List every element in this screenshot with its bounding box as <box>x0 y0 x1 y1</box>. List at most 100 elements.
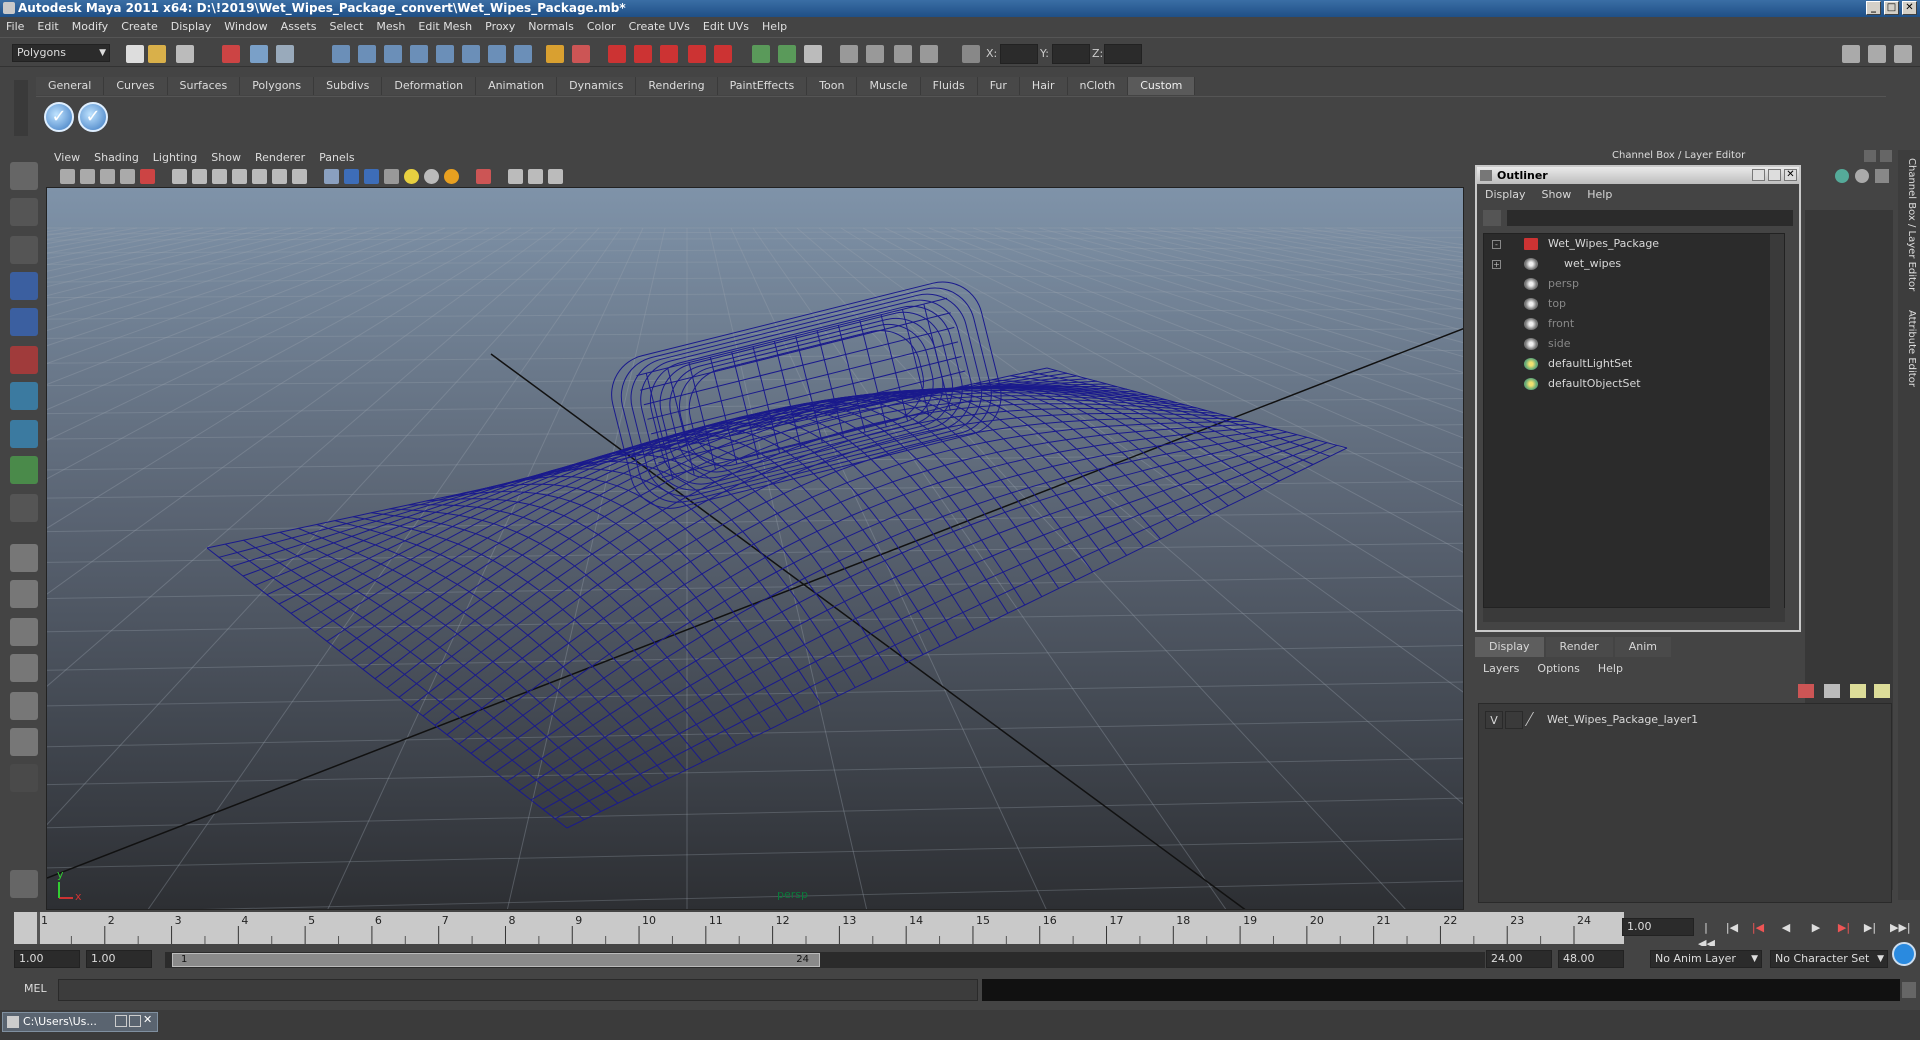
layer-row[interactable]: V Wet_Wipes_Package_layer1 <box>1479 710 1891 730</box>
ipr-render-icon[interactable] <box>634 45 652 63</box>
snap-plane-icon[interactable] <box>410 45 428 63</box>
paint-select-tool-icon[interactable] <box>10 236 38 264</box>
wireframe-on-shaded-icon[interactable] <box>364 169 379 184</box>
taskbar-restore-button[interactable] <box>115 1015 127 1027</box>
anim-layer-dropdown[interactable]: No Anim Layer ▼ <box>1650 950 1762 968</box>
z-field[interactable] <box>1104 44 1142 64</box>
move-layer-up-icon[interactable] <box>1798 684 1814 698</box>
rename-icon[interactable] <box>778 45 796 63</box>
xray-icon[interactable] <box>508 169 523 184</box>
play-backwards-icon[interactable]: ◀ <box>1778 920 1794 936</box>
channel-box-toggle-icon[interactable] <box>920 45 938 63</box>
channels-icon[interactable] <box>1835 169 1849 183</box>
layer-tab-display[interactable]: Display <box>1475 637 1544 657</box>
shelf-tab-surfaces[interactable]: Surfaces <box>167 77 241 95</box>
scale-tool-icon[interactable] <box>10 346 38 374</box>
layer-color-swatch[interactable] <box>1524 712 1548 726</box>
expand-icon[interactable]: + <box>1492 260 1501 269</box>
menu-color[interactable]: Color <box>587 20 616 33</box>
mel-label[interactable]: MEL <box>24 982 47 995</box>
layer-menu-options[interactable]: Options <box>1537 662 1579 675</box>
taskbar-maximize-button[interactable] <box>129 1015 141 1027</box>
tool-settings-icon[interactable] <box>894 45 912 63</box>
wireframe-shading-icon[interactable] <box>324 169 339 184</box>
step-forward-key-icon[interactable]: ▶| <box>1836 920 1852 936</box>
menu-modify[interactable]: Modify <box>72 20 108 33</box>
open-scene-icon[interactable] <box>148 45 166 63</box>
persp-graph-layout-icon[interactable] <box>10 654 38 682</box>
taskbar-close-button[interactable]: ✕ <box>143 1014 155 1028</box>
shelf-tab-general[interactable]: General <box>36 77 105 95</box>
field-chart-icon[interactable] <box>232 169 247 184</box>
outliner-minimize-button[interactable] <box>1752 169 1765 181</box>
layer-menu-layers[interactable]: Layers <box>1483 662 1519 675</box>
attribute-toggle-icon[interactable] <box>866 45 884 63</box>
viewport-menu-show[interactable]: Show <box>211 151 241 164</box>
animation-end-field[interactable]: 48.00 <box>1558 950 1624 968</box>
default-light-icon[interactable] <box>404 169 419 184</box>
menu-edit-uvs[interactable]: Edit UVs <box>703 20 749 33</box>
filter-icon[interactable] <box>1483 210 1501 226</box>
menu-normals[interactable]: Normals <box>528 20 574 33</box>
smooth-shading-icon[interactable] <box>344 169 359 184</box>
menu-file[interactable]: File <box>6 20 24 33</box>
shelf-tab-ncloth[interactable]: nCloth <box>1067 77 1129 95</box>
move-tool-icon[interactable] <box>10 272 38 300</box>
menu-set-dropdown[interactable]: Polygons ▼ <box>12 44 110 62</box>
gate-mask-icon[interactable] <box>212 169 227 184</box>
menu-proxy[interactable]: Proxy <box>485 20 515 33</box>
make-live-icon[interactable] <box>436 45 454 63</box>
hud-toggle-icon[interactable] <box>292 169 307 184</box>
menu-create[interactable]: Create <box>121 20 158 33</box>
construction-icon[interactable] <box>488 45 506 63</box>
show-hide-channel-box-icon[interactable] <box>1894 45 1912 63</box>
outliner-maximize-button[interactable] <box>1768 169 1781 181</box>
menu-assets[interactable]: Assets <box>281 20 317 33</box>
select-by-hierarchy-icon[interactable] <box>222 45 240 63</box>
create-empty-layer-icon[interactable] <box>1850 684 1866 698</box>
camera-attributes-icon[interactable] <box>80 169 95 184</box>
persp-graph-hypergraph-layout-icon[interactable] <box>10 728 38 756</box>
shelf-tab-animation[interactable]: Animation <box>476 77 558 95</box>
paint-brush-icon[interactable] <box>10 870 38 898</box>
toolbox-collapse-icon[interactable] <box>10 764 38 792</box>
absolute-transform-icon[interactable] <box>804 45 822 63</box>
last-tool-icon[interactable] <box>10 494 38 522</box>
checkmark-icon-2[interactable]: ✓ <box>78 102 108 132</box>
outliner-filter-input[interactable] <box>1507 210 1793 226</box>
pin-icon[interactable] <box>1875 169 1889 183</box>
shelf-tab-muscle[interactable]: Muscle <box>857 77 921 95</box>
viewport-menu-lighting[interactable]: Lighting <box>153 151 197 164</box>
select-tool-icon[interactable] <box>10 162 38 190</box>
x-field[interactable] <box>1000 44 1038 64</box>
layer-menu-help[interactable]: Help <box>1598 662 1623 675</box>
perspective-viewport[interactable]: x y persp <box>46 187 1464 910</box>
textured-icon[interactable] <box>384 169 399 184</box>
four-view-layout-icon[interactable] <box>10 580 38 608</box>
panel-float-icon[interactable] <box>1864 150 1876 162</box>
step-back-frame-icon[interactable]: |◀ <box>1724 920 1740 936</box>
playback-start-field[interactable]: 1.00 <box>86 950 152 968</box>
show-hide-attribute-icon[interactable] <box>1842 45 1860 63</box>
shelf-menu-handle[interactable] <box>14 80 28 136</box>
shelf-tab-toon[interactable]: Toon <box>807 77 858 95</box>
current-frame-field[interactable]: 1.00 <box>1622 918 1694 936</box>
channel-box-layer-editor-tab[interactable]: Channel Box / Layer Editor <box>1901 158 1917 291</box>
isolate-select-icon[interactable] <box>476 169 491 184</box>
render-settings-icon[interactable] <box>660 45 678 63</box>
new-scene-icon[interactable] <box>126 45 144 63</box>
input-line-icon[interactable] <box>752 45 770 63</box>
camera-select-icon[interactable] <box>60 169 75 184</box>
go-to-end-icon[interactable]: ▶▶| <box>1890 920 1911 936</box>
go-to-start-icon[interactable]: |◀◀ <box>1698 920 1715 950</box>
shelf-tab-dynamics[interactable]: Dynamics <box>557 77 637 95</box>
shelf-tab-polygons[interactable]: Polygons <box>240 77 315 95</box>
select-by-object-icon[interactable] <box>250 45 268 63</box>
xray-joints-icon[interactable] <box>528 169 543 184</box>
render-view-icon[interactable] <box>714 45 732 63</box>
save-scene-icon[interactable] <box>176 45 194 63</box>
close-button[interactable]: ✕ <box>1902 1 1917 15</box>
layer-tab-anim[interactable]: Anim <box>1614 637 1671 657</box>
layers-icon[interactable] <box>1855 169 1869 183</box>
rotate-tool-icon[interactable] <box>10 308 38 336</box>
